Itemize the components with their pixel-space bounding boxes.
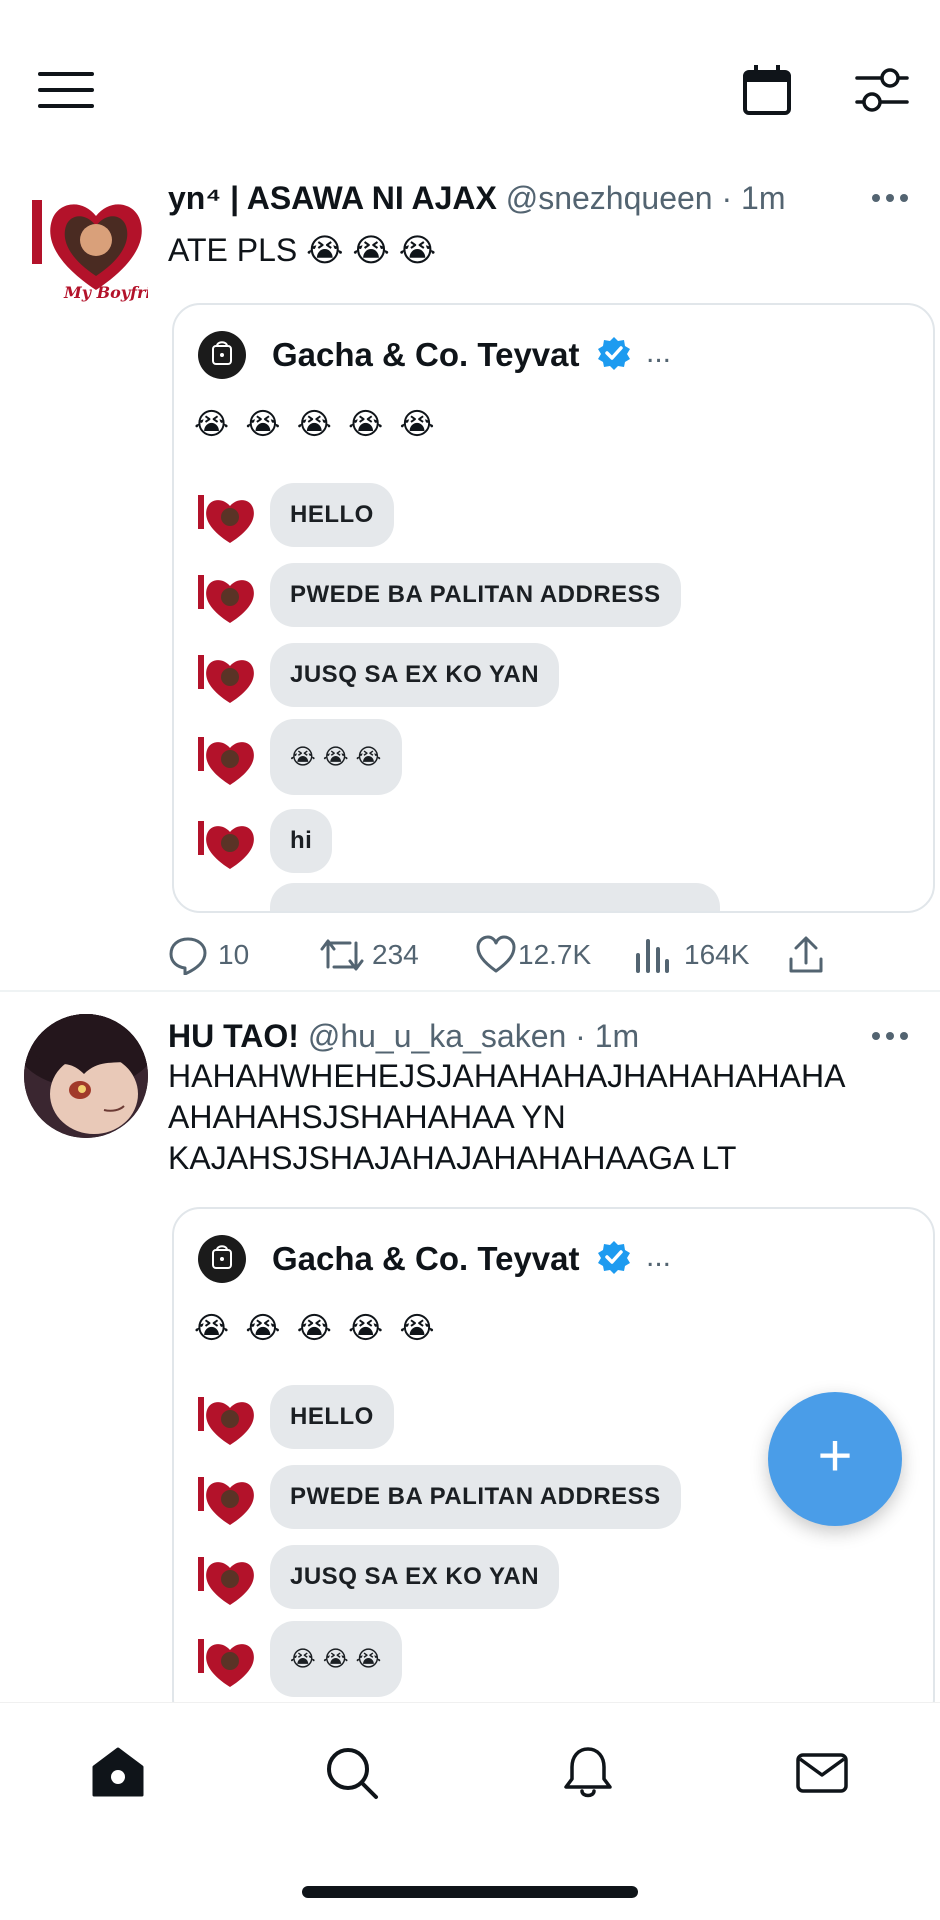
chat-avatar <box>198 1397 254 1445</box>
like-button[interactable]: 12.7K <box>476 930 606 980</box>
display-name[interactable]: HU TAO! <box>168 1018 299 1054</box>
tweet-text: HAHAHWHEHEJSJAHAHAHAJHAHAHAHAHA AHAHAHSJ… <box>168 1056 845 1179</box>
tweet-text-line: HAHAHWHEHEJSJAHAHAHAJHAHAHAHAHA <box>168 1058 846 1094</box>
chat-bubble: HELLO <box>270 483 394 547</box>
share-icon <box>789 936 823 973</box>
home-icon[interactable] <box>88 1743 148 1803</box>
retweet-count: 234 <box>372 939 419 970</box>
home-indicator <box>302 1886 638 1898</box>
avatar[interactable]: My Boyfriend <box>24 180 148 304</box>
avatar[interactable] <box>24 1014 148 1138</box>
reply-icon <box>169 937 207 975</box>
chat-bubble: 😭 😭 😭 <box>270 719 402 795</box>
user-handle[interactable]: @snezhqueen <box>506 180 713 216</box>
tweet-actions: 10 234 12.7K 164K <box>168 930 848 980</box>
quoted-avatar <box>198 1235 246 1283</box>
quoted-tweet[interactable]: Gacha & Co. Teyvat ... 😭 😭 😭 😭 😭 HELLO P… <box>172 303 935 913</box>
chat-avatar <box>198 737 254 785</box>
divider <box>0 990 940 992</box>
chat-avatar <box>198 655 254 703</box>
quoted-display-name: Gacha & Co. Teyvat <box>272 1240 580 1277</box>
tweet[interactable]: My Boyfriend yn⁴ | ASAWA NI AJAX @snezhq… <box>0 0 940 990</box>
quoted-text: 😭 😭 😭 😭 😭 <box>194 1312 439 1345</box>
compose-plus-label: + <box>817 1422 853 1489</box>
more-options-icon[interactable] <box>872 1026 908 1046</box>
mail-icon[interactable] <box>792 1743 852 1803</box>
svg-text:My Boyfriend: My Boyfriend <box>63 283 148 302</box>
views-chart-icon <box>636 939 669 973</box>
chat-avatar <box>198 1477 254 1525</box>
retweet-icon <box>320 939 364 971</box>
chat-bubble: JUSQ SA EX KO YAN <box>270 1545 560 1609</box>
quoted-display-name: Gacha & Co. Teyvat <box>272 336 580 373</box>
share-button[interactable] <box>788 930 828 980</box>
search-icon[interactable] <box>322 1743 382 1803</box>
chat-bubble: hi <box>270 809 333 873</box>
quoted-avatar <box>198 331 246 379</box>
timestamp: · 1m <box>721 180 786 216</box>
tweet-text: ATE PLS 😭 😭 😭 <box>168 232 437 268</box>
verified-badge-icon <box>598 337 630 370</box>
quoted-more: ... <box>646 1240 672 1273</box>
chat-avatar <box>198 1639 254 1687</box>
quoted-text: 😭 😭 😭 😭 😭 <box>194 408 439 441</box>
chat-bubble: JUSQ SA EX KO YAN <box>270 643 560 707</box>
display-name[interactable]: yn⁴ | ASAWA NI AJAX <box>168 180 497 216</box>
reply-button[interactable]: 10 <box>168 930 258 980</box>
tweet-header: yn⁴ | ASAWA NI AJAX @snezhqueen · 1m <box>168 178 785 218</box>
chat-bubble: PWEDE BA PALITAN ADDRESS <box>270 563 681 627</box>
views-count: 164K <box>684 939 750 970</box>
chat-avatar <box>198 821 254 869</box>
chat-avatar <box>198 495 254 543</box>
reply-count: 10 <box>218 939 250 970</box>
chat-bubble: 😭 😭 😭 <box>270 1621 402 1697</box>
verified-badge-icon <box>598 1241 630 1274</box>
retweet-button[interactable]: 234 <box>320 930 430 980</box>
user-handle[interactable]: @hu_u_ka_saken <box>308 1018 566 1054</box>
views-button[interactable]: 164K <box>634 930 764 980</box>
compose-tweet-button[interactable]: + <box>768 1392 902 1526</box>
bell-icon[interactable] <box>558 1743 618 1803</box>
tweet-header: HU TAO! @hu_u_ka_saken · 1m <box>168 1016 639 1056</box>
tweet-text-line: KAJAHSJSHAJAHAJAHAHAHAAGA LT <box>168 1140 737 1176</box>
chat-bubble: HELLO <box>270 1385 394 1449</box>
chat-avatar <box>198 575 254 623</box>
chat-bubble: PWEDE BA PALITAN ADDRESS <box>270 1465 681 1529</box>
chat-avatar <box>198 1557 254 1605</box>
quoted-more: ... <box>646 336 672 369</box>
like-count: 12.7K <box>518 939 592 970</box>
tweet-text-line: AHAHAHSJSHAHAHAA YN <box>168 1099 566 1135</box>
timestamp: · 1m <box>575 1018 640 1054</box>
more-options-icon[interactable] <box>872 188 908 208</box>
heart-icon <box>476 935 516 973</box>
chat-bubble-partial <box>270 883 720 911</box>
